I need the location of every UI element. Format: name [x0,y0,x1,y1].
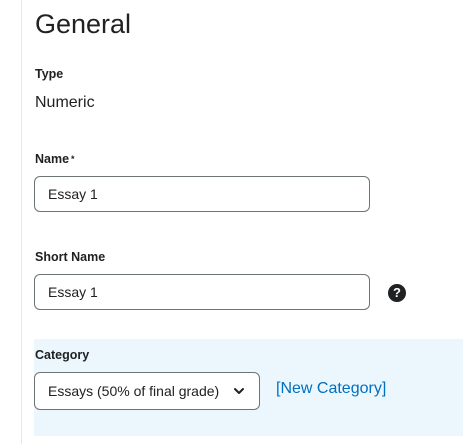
category-selected-value: Essays (50% of final grade) [48,383,220,399]
category-label: Category [35,348,90,362]
general-settings-page: General Type Numeric Name* Short Name ? … [0,0,463,444]
left-divider [21,0,22,444]
type-value: Numeric [35,94,95,111]
required-marker: * [71,154,75,164]
type-label: Type [35,67,64,81]
name-input[interactable] [34,176,370,212]
section-title: General [35,9,132,39]
chevron-down-icon [234,388,244,394]
short-name-label: Short Name [35,250,106,264]
name-label: Name * [35,151,75,167]
new-category-link[interactable]: [New Category] [276,379,386,399]
category-select[interactable]: Essays (50% of final grade) [34,372,260,410]
name-label-text: Name [35,152,70,166]
short-name-input[interactable] [34,274,370,310]
help-icon[interactable]: ? [388,284,406,302]
